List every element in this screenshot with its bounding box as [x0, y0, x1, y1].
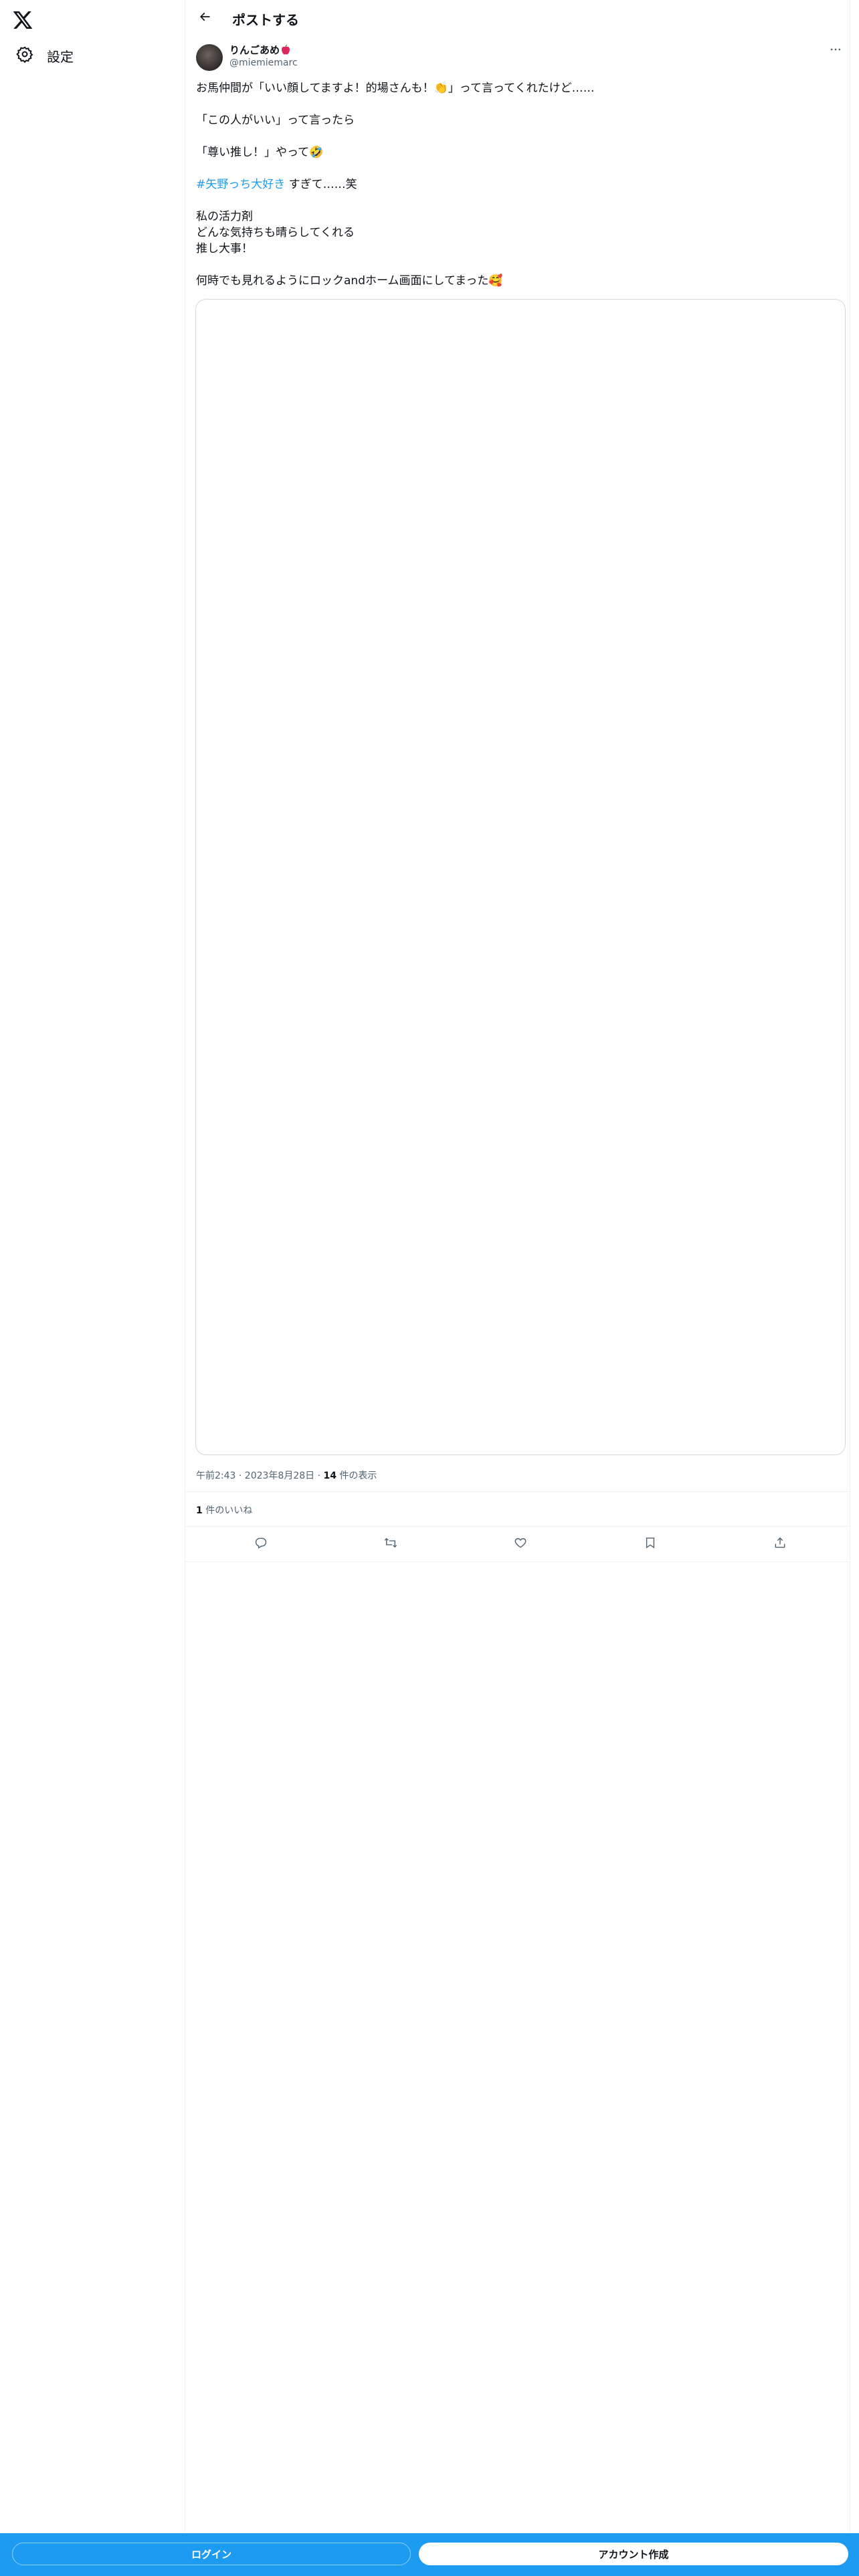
bookmark-icon	[644, 1536, 657, 1552]
red-apple-icon	[281, 45, 290, 55]
post-timestamp[interactable]: 午前2:43 · 2023年8月28日	[196, 1471, 314, 1481]
views-count: 14	[323, 1471, 337, 1481]
sidebar-item-settings[interactable]: 設定	[9, 40, 80, 71]
bottom-bar: ログイン アカウント作成	[0, 2533, 859, 2576]
reply-icon	[254, 1536, 268, 1552]
likes-link[interactable]: 1 件のいいね	[196, 1503, 252, 1517]
avatar[interactable]	[196, 44, 223, 71]
post-line: 「この人がいい」って言ったら	[196, 114, 355, 127]
author-handle[interactable]: @miemiemarc	[229, 58, 298, 68]
post-line: 私の活力剤	[196, 210, 253, 223]
post-line-rest: すぎて……笑	[285, 178, 357, 191]
views-label: 件の表示	[339, 1471, 377, 1481]
divider	[185, 1491, 850, 1492]
post-line: 推し大事！	[196, 242, 253, 255]
post-line: #矢野っち大好き すぎて……笑	[196, 177, 838, 193]
repost-icon	[384, 1536, 397, 1552]
repost-button[interactable]	[381, 1535, 400, 1553]
post-line: お馬仲間が「いい顔してますよ！的場さんも！👏」って言ってくれたけど……	[196, 82, 595, 95]
gear-icon	[16, 45, 33, 66]
post-line: 何時でも見れるようにロックandホーム画面にしてまった🥰	[196, 274, 503, 288]
login-button[interactable]: ログイン	[12, 2543, 411, 2565]
author-name[interactable]: りんごあめ	[229, 43, 290, 57]
signup-button[interactable]: アカウント作成	[419, 2543, 848, 2565]
post-line: どんな気持ちも晴らしてくれる	[196, 226, 355, 239]
x-logo-icon[interactable]	[9, 7, 36, 33]
share-button[interactable]	[771, 1535, 789, 1553]
likes-label: 件のいいね	[205, 1505, 253, 1516]
like-button[interactable]	[511, 1535, 530, 1553]
main-column: ポストする りんごあめ @miemiemarc お馬仲間が「いい顔してますよ！的…	[185, 0, 850, 2576]
bookmark-button[interactable]	[641, 1535, 660, 1553]
action-bar	[185, 1527, 850, 1562]
header: ポストする	[185, 0, 850, 36]
author-name-text: りんごあめ	[229, 44, 280, 56]
sidebar-item-label: 設定	[47, 48, 74, 65]
arrow-left-icon	[198, 10, 211, 26]
more-button[interactable]	[828, 43, 844, 59]
post-media[interactable]	[195, 299, 846, 1455]
hashtag-link[interactable]: #矢野っち大好き	[196, 178, 285, 191]
post-line: 「尊い推し！」やって🤣	[196, 146, 324, 159]
post-text: お馬仲間が「いい顔してますよ！的場さんも！👏」って言ってくれたけど…… 「この人…	[196, 80, 838, 289]
reply-button[interactable]	[252, 1535, 270, 1553]
post-meta: 午前2:43 · 2023年8月28日 · 14 件の表示	[196, 1471, 377, 1481]
left-sidebar: 設定	[0, 0, 185, 2576]
heart-icon	[514, 1536, 527, 1552]
likes-count: 1	[196, 1505, 203, 1516]
back-button[interactable]	[192, 5, 217, 31]
share-icon	[773, 1536, 787, 1552]
page-title: ポストする	[232, 12, 299, 28]
more-horizontal-icon	[829, 43, 842, 59]
